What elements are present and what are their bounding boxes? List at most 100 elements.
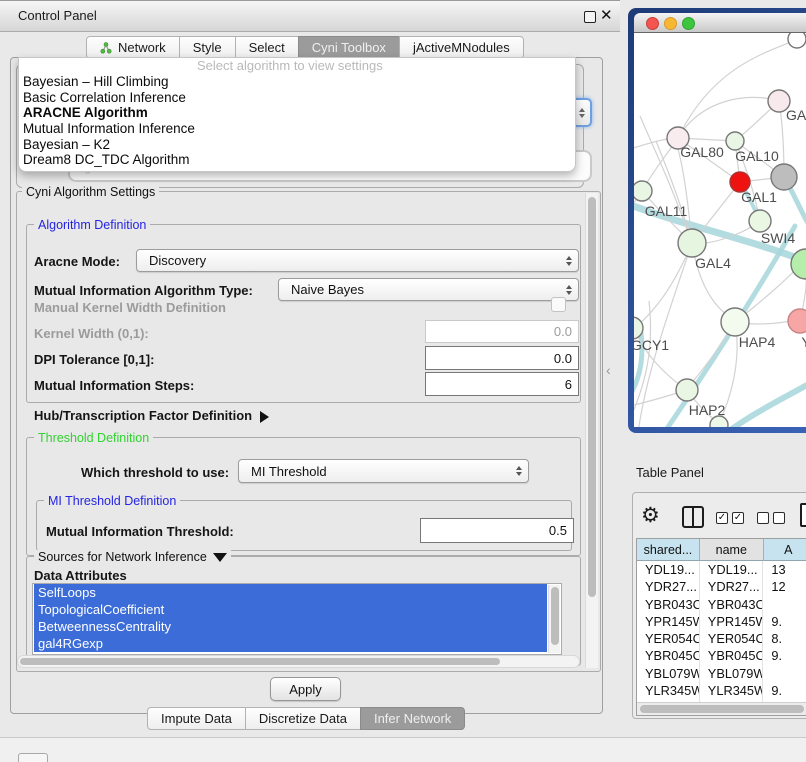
dpi-tolerance-field[interactable]: 0.0 xyxy=(425,346,579,370)
dropdown-item-aracne-algorithm[interactable]: ARACNE Algorithm xyxy=(19,105,575,121)
which-threshold-label: Which threshold to use: xyxy=(81,465,229,480)
sources-title: Sources for Network Inference xyxy=(38,550,207,564)
settings-vscroll-thumb[interactable] xyxy=(588,197,596,597)
network-window-titlebar[interactable] xyxy=(634,13,806,33)
table-cell: YDR27... xyxy=(700,578,764,595)
table-panel-title: Table Panel xyxy=(636,465,704,480)
network-node-gal11[interactable] xyxy=(634,181,652,201)
close-icon[interactable]: ✕ xyxy=(600,6,613,24)
attribute-item-topologicalcoefficient[interactable]: TopologicalCoefficient xyxy=(34,601,547,618)
tab-select[interactable]: Select xyxy=(235,36,299,59)
table-row[interactable]: YBR043CYBR043C xyxy=(637,596,806,613)
select-all-columns-icon[interactable]: ✓ ✓ xyxy=(716,512,748,524)
apply-button[interactable]: Apply xyxy=(270,677,341,701)
dropdown-item-bayesian-k2[interactable]: Bayesian – K2 xyxy=(19,137,575,153)
gear-icon[interactable]: ⚙ xyxy=(641,503,660,527)
spinner-arrows-icon xyxy=(566,256,572,266)
network-node-y[interactable] xyxy=(788,309,806,333)
list-scrollbar-thumb[interactable] xyxy=(551,587,559,645)
settings-hscroll-thumb[interactable] xyxy=(20,658,500,665)
dropdown-item-bayesian-hill-climbing[interactable]: Bayesian – Hill Climbing xyxy=(19,74,575,90)
table-row[interactable]: YPR145WYPR145W9. xyxy=(637,613,806,630)
network-node-label: GCY1 xyxy=(634,337,669,353)
table-row[interactable]: YDR27...YDR27...12 xyxy=(637,578,806,595)
attribute-item-selfloops[interactable]: SelfLoops xyxy=(34,584,547,601)
table-hscroll-thumb[interactable] xyxy=(640,705,804,713)
which-threshold-select[interactable]: MI Threshold xyxy=(238,459,529,483)
table-cell: YBR043C xyxy=(637,596,700,613)
table-row[interactable]: YDL19...YDL19...13 xyxy=(637,561,806,578)
network-canvas[interactable]: GALGAL80GAL10GAL1SWI4GAL11GAL4GCY1HAP4YH… xyxy=(634,33,806,427)
list-vertical-scrollbar[interactable] xyxy=(548,585,560,653)
kernel-width-field[interactable]: 0.0 xyxy=(425,320,579,343)
network-edge xyxy=(638,243,692,325)
table-cell: 13 xyxy=(763,561,806,578)
column-header-a[interactable]: A xyxy=(764,539,806,561)
tab-label: Cyni Toolbox xyxy=(312,40,386,55)
dropdown-item-dream8-dc-tdc-algorithm[interactable]: Dream8 DC_TDC Algorithm xyxy=(19,152,575,168)
tab-style[interactable]: Style xyxy=(179,36,236,59)
deselect-all-columns-icon[interactable] xyxy=(757,512,789,524)
mi-threshold-title: MI Threshold Definition xyxy=(44,494,180,508)
unchecked-box-icon xyxy=(757,512,769,524)
attribute-item-betweennesscentrality[interactable]: BetweennessCentrality xyxy=(34,618,547,635)
network-node-label: GAL1 xyxy=(741,189,777,205)
network-node-unlabeled[interactable] xyxy=(710,416,728,427)
mi-type-select[interactable]: Naive Bayes xyxy=(278,278,579,301)
dropdown-placeholder: Select algorithm to view settings xyxy=(19,58,575,74)
table-horizontal-scrollbar[interactable] xyxy=(637,702,806,715)
manual-kernel-label: Manual Kernel Width Definition xyxy=(34,300,226,315)
hub-definition-expander[interactable]: Hub/Transcription Factor Definition xyxy=(34,408,269,423)
tab-label: Select xyxy=(249,40,285,55)
network-node-label: GAL xyxy=(786,107,806,123)
settings-horizontal-scrollbar[interactable] xyxy=(17,655,580,668)
spinner-arrows-icon xyxy=(566,285,572,295)
tab-impute-data[interactable]: Impute Data xyxy=(147,707,246,730)
table-function-icon[interactable] xyxy=(800,503,806,527)
tab-cyni-toolbox[interactable]: Cyni Toolbox xyxy=(298,36,400,59)
network-node-gal4[interactable] xyxy=(678,229,706,257)
network-node-hap2[interactable] xyxy=(676,379,698,401)
table-cell: YLR345W xyxy=(700,682,764,699)
mi-threshold-label: Mutual Information Threshold: xyxy=(46,524,234,539)
float-window-icon[interactable] xyxy=(584,11,596,23)
table-row[interactable]: YER054CYER054C8. xyxy=(637,630,806,647)
network-node-hap4[interactable] xyxy=(721,308,749,336)
dropdown-item-mutual-information-inference[interactable]: Mutual Information Inference xyxy=(19,121,575,137)
columns-icon[interactable] xyxy=(682,506,704,528)
traffic-close-icon[interactable] xyxy=(646,17,659,30)
dropdown-item-basic-correlation-inference[interactable]: Basic Correlation Inference xyxy=(19,90,575,106)
traffic-minimize-icon[interactable] xyxy=(664,17,677,30)
table-row[interactable]: YBL079WYBL079W xyxy=(637,665,806,682)
table-cell: 9. xyxy=(763,613,806,630)
network-node-label: HAP4 xyxy=(739,334,776,350)
node-table: shared...nameA YDL19...YDL19...13YDR27..… xyxy=(636,538,806,716)
algorithm-dropdown-list: Select algorithm to view settings Bayesi… xyxy=(18,57,576,172)
traffic-zoom-icon[interactable] xyxy=(682,17,695,30)
network-node-unlabeled[interactable] xyxy=(771,164,797,190)
table-row[interactable]: YLR345WYLR345W9. xyxy=(637,682,806,699)
settings-vertical-scrollbar[interactable] xyxy=(585,193,598,668)
mi-threshold-field[interactable]: 0.5 xyxy=(420,518,574,543)
minimized-panel-icon[interactable] xyxy=(18,753,48,762)
table-cell: YDL19... xyxy=(700,561,764,578)
tab-network[interactable]: Network xyxy=(86,36,180,59)
network-node-unlabeled[interactable] xyxy=(788,33,806,48)
hub-definition-label: Hub/Transcription Factor Definition xyxy=(34,408,252,423)
tab-jactivemnodules[interactable]: jActiveMNodules xyxy=(399,36,524,59)
mi-steps-field[interactable]: 6 xyxy=(425,372,579,396)
tab-discretize-data[interactable]: Discretize Data xyxy=(245,707,361,730)
network-node-swi4[interactable] xyxy=(749,210,771,232)
network-node-label: GAL80 xyxy=(680,144,724,160)
aracne-mode-select[interactable]: Discovery xyxy=(136,249,579,272)
mi-type-label: Mutual Information Algorithm Type: xyxy=(34,283,253,298)
manual-kernel-checkbox[interactable] xyxy=(551,297,566,312)
attribute-item-gal4rgexp[interactable]: gal4RGexp xyxy=(34,635,547,652)
table-row[interactable]: YBR045CYBR045C9. xyxy=(637,647,806,664)
column-header-name[interactable]: name xyxy=(700,539,764,561)
sources-toggle[interactable]: Sources for Network Inference xyxy=(34,550,231,564)
splitter-collapse-icon[interactable]: ‹ xyxy=(606,362,611,378)
column-header-shared[interactable]: shared... xyxy=(637,539,700,561)
cyni-settings-title: Cyni Algorithm Settings xyxy=(22,185,159,199)
tab-infer-network[interactable]: Infer Network xyxy=(360,707,465,730)
